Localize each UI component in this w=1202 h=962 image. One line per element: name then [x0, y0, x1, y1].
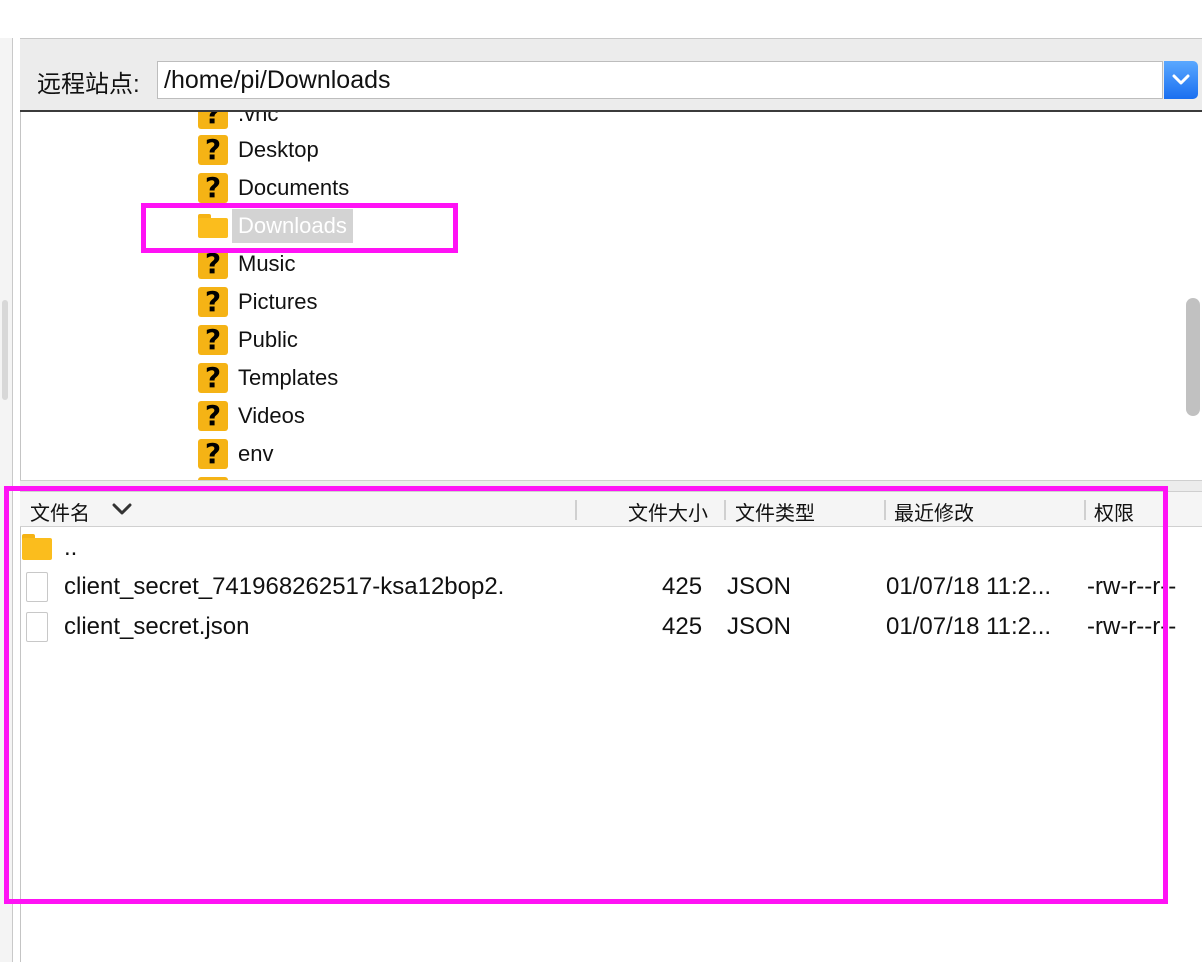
chevron-down-icon [1172, 74, 1190, 85]
tree-item-label: Documents [238, 175, 350, 200]
question-folder-icon: ? [198, 401, 228, 431]
question-folder-icon: ? [198, 363, 228, 393]
tree-item-label: Desktop [238, 137, 319, 162]
remote-directory-tree[interactable]: ? .vnc ? Desktop ? Documents Downloads ?… [20, 112, 1182, 480]
tree-item-pictures[interactable]: ? Pictures [198, 284, 317, 320]
question-folder-icon: ? [198, 439, 228, 469]
tree-item-label: Public [238, 327, 298, 352]
tree-item-label: Pictures [238, 289, 318, 314]
question-folder-icon: ? [198, 135, 228, 165]
tree-item-label: Templates [238, 365, 339, 390]
tree-item-label: .vnc [238, 112, 279, 126]
question-folder-icon: ? [198, 287, 228, 317]
tree-item-public[interactable]: ? Public [198, 322, 298, 358]
top-toolbar-area [0, 0, 1202, 38]
tree-item-label: Videos [238, 403, 305, 428]
question-folder-icon: ? [198, 173, 228, 203]
tree-item-label: env [238, 441, 274, 466]
question-folder-icon: ? [198, 325, 228, 355]
remote-path-input[interactable]: /home/pi/Downloads [157, 61, 1163, 99]
tree-item-documents[interactable]: ? Documents [198, 170, 349, 206]
remote-path-dropdown-button[interactable] [1164, 61, 1198, 99]
tree-item-vnc[interactable]: ? .vnc [198, 112, 278, 132]
question-folder-icon: ? [198, 112, 228, 129]
local-pane-scrollbar[interactable] [2, 300, 8, 400]
remote-site-label: 远程站点: [37, 71, 140, 98]
downloads-highlight-box [141, 203, 458, 253]
tree-item-env[interactable]: ? env [198, 436, 273, 472]
tree-item-templates[interactable]: ? Templates [198, 360, 338, 396]
tree-item-label: Music [238, 251, 296, 276]
file-list-highlight-box [4, 486, 1168, 904]
tree-scrollbar-thumb[interactable] [1186, 298, 1200, 416]
tree-item-desktop[interactable]: ? Desktop [198, 132, 319, 168]
tree-item-videos[interactable]: ? Videos [198, 398, 305, 434]
question-folder-icon: ? [198, 249, 228, 279]
